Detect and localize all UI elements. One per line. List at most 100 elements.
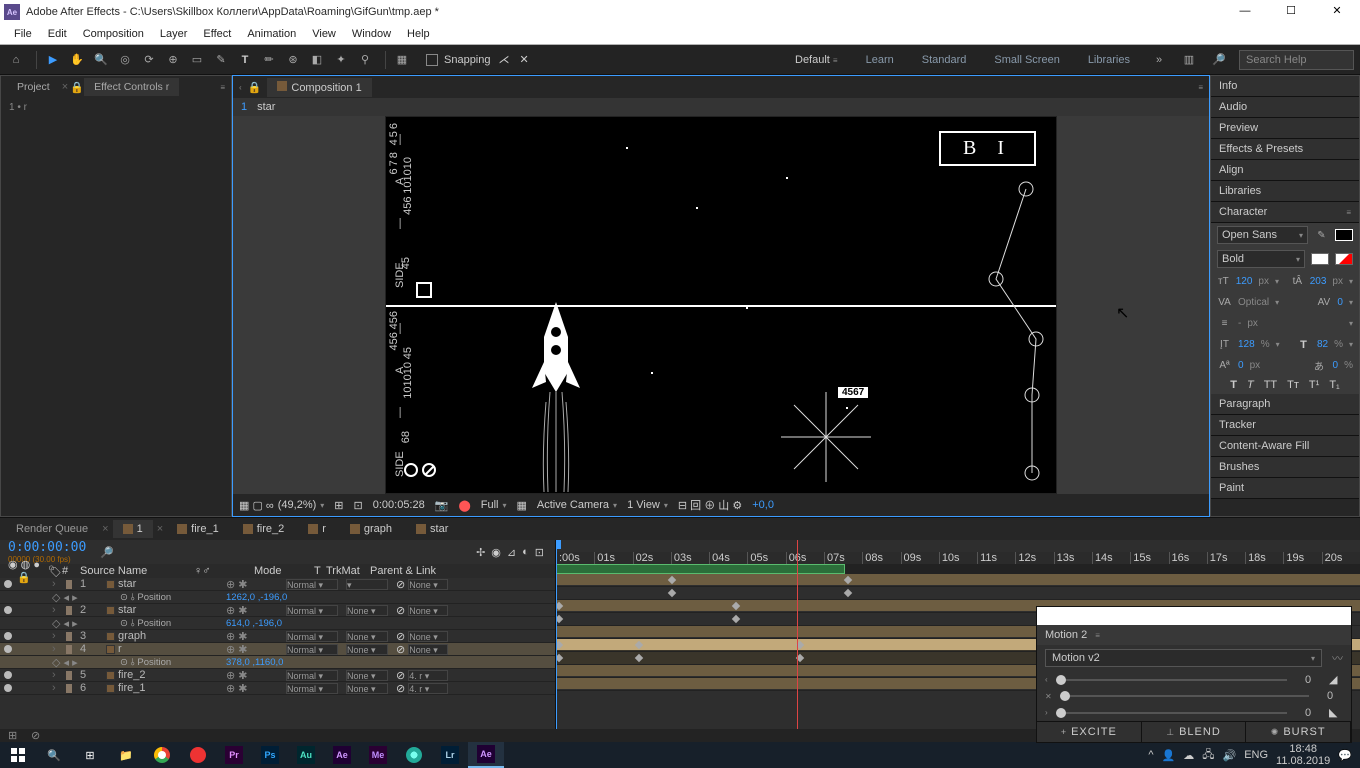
composition-canvas[interactable]: SIDE—A— 678 456 456 101010 45 SIDE—A— 45… xyxy=(386,117,1056,493)
workspace-overflow-icon[interactable]: » xyxy=(1149,50,1169,70)
layer-row[interactable]: › 3 graph ⊕ ✱ Normal ▾ None ▾ ⊘ None ▾ xyxy=(0,630,555,643)
orbit-tool-icon[interactable]: ◎ xyxy=(115,50,135,70)
timecode-display[interactable]: 0:00:00:00 xyxy=(8,540,86,555)
kerning-value[interactable]: Optical xyxy=(1238,297,1269,308)
tab-fire-2[interactable]: fire_2 xyxy=(233,520,295,538)
menu-view[interactable]: View xyxy=(304,24,344,44)
maximize-button[interactable]: ☐ xyxy=(1268,0,1314,24)
taskbar-premiere[interactable]: Pr xyxy=(216,742,252,768)
taskbar-audition[interactable]: Au xyxy=(288,742,324,768)
comp-tab[interactable]: Composition 1 xyxy=(267,78,371,97)
search-input[interactable]: Search Help xyxy=(1239,50,1354,70)
font-size-value[interactable]: 120 xyxy=(1236,276,1253,287)
nav-back-icon[interactable]: ‹ xyxy=(239,83,242,92)
taskbar-media-encoder[interactable]: Me xyxy=(360,742,396,768)
hscale-value[interactable]: 82 xyxy=(1317,339,1328,350)
vf-icons[interactable]: ⊟ 回 ⊕ 山 ⚙ xyxy=(678,497,742,513)
view-dropdown[interactable]: 1 View ▾ xyxy=(627,499,668,511)
task-view-icon[interactable]: ⊞ xyxy=(72,742,108,768)
anchor-tool-icon[interactable]: ⊕ xyxy=(163,50,183,70)
layer-property-row[interactable]: ◇ ◂ ▸ ⊙ ⫰ Position 614,0 ,-196,0 xyxy=(0,617,555,630)
type-tool-icon[interactable]: T xyxy=(235,50,255,70)
hand-tool-icon[interactable]: ✋ xyxy=(67,50,87,70)
roto-tool-icon[interactable]: ✦ xyxy=(331,50,351,70)
layer-row[interactable]: › 2 star ⊕ ✱ Normal ▾ None ▾ ⊘ None ▾ xyxy=(0,604,555,617)
menu-effect[interactable]: Effect xyxy=(195,24,239,44)
panel-libraries[interactable]: Libraries xyxy=(1211,181,1359,202)
taskbar-app-green[interactable] xyxy=(396,742,432,768)
bold-icon[interactable]: T xyxy=(1230,379,1237,391)
workspace-libraries[interactable]: Libraries xyxy=(1079,54,1139,66)
time-display[interactable]: 0:00:05:28 xyxy=(373,499,425,511)
tab-star[interactable]: star xyxy=(406,520,458,538)
superscript-icon[interactable]: T¹ xyxy=(1309,379,1319,391)
workspace-learn[interactable]: Learn xyxy=(857,54,903,66)
workspace-default[interactable]: Default ≡ xyxy=(786,54,847,66)
menu-file[interactable]: File xyxy=(6,24,40,44)
tab-project[interactable]: Project xyxy=(7,78,60,96)
panel-tracker[interactable]: Tracker xyxy=(1211,415,1359,436)
tray-overflow-icon[interactable]: ^ xyxy=(1148,749,1153,761)
mode-icon[interactable]: ▦ xyxy=(392,50,412,70)
pen-tool-icon[interactable]: ✎ xyxy=(211,50,231,70)
allcaps-icon[interactable]: TT xyxy=(1264,379,1277,391)
info-icon[interactable]: ⊞ xyxy=(8,729,21,742)
transparent-icon[interactable]: ▦ xyxy=(517,499,527,512)
tsume-value[interactable]: 0 xyxy=(1333,360,1339,371)
tray-clock[interactable]: 18:4811.08.2019 xyxy=(1276,743,1330,767)
font-family-dropdown[interactable]: Open Sans▾ xyxy=(1217,226,1308,244)
leading-value[interactable]: 203 xyxy=(1310,276,1327,287)
workspace-standard[interactable]: Standard xyxy=(913,54,976,66)
panel-preview[interactable]: Preview xyxy=(1211,118,1359,139)
panel-audio[interactable]: Audio xyxy=(1211,97,1359,118)
channel-icon[interactable]: ⬤ xyxy=(458,499,470,512)
menu-layer[interactable]: Layer xyxy=(152,24,196,44)
tray-people-icon[interactable]: 👤 xyxy=(1162,749,1176,762)
stroke-value[interactable]: - xyxy=(1238,318,1241,329)
zoom-dropdown[interactable]: ▦ ▢ ∞ (49,2%) ▾ xyxy=(239,499,324,512)
snapping-more-icon[interactable]: ✕ xyxy=(520,53,529,66)
panel-align[interactable]: Align xyxy=(1211,160,1359,181)
taskbar-search-icon[interactable]: 🔍 xyxy=(36,742,72,768)
motion2-slider-2[interactable] xyxy=(1060,695,1309,697)
search-layers-icon[interactable]: 🔎 xyxy=(100,546,114,559)
motion2-excite-button[interactable]: + EXCITE xyxy=(1037,722,1142,742)
subscript-icon[interactable]: T₁ xyxy=(1329,379,1339,391)
taskbar-aftereffects[interactable]: Ae xyxy=(324,742,360,768)
brush-tool-icon[interactable]: ✏ xyxy=(259,50,279,70)
tray-cloud-icon[interactable]: ☁ xyxy=(1183,749,1194,762)
status-icon[interactable]: ⊘ xyxy=(31,729,44,742)
motion2-slider-1[interactable] xyxy=(1056,679,1287,681)
tab-graph[interactable]: graph xyxy=(340,520,402,538)
lock-icon[interactable]: 🔒 xyxy=(70,81,82,93)
menu-help[interactable]: Help xyxy=(399,24,438,44)
panel-effects-presets[interactable]: Effects & Presets xyxy=(1211,139,1359,160)
vscale-value[interactable]: 128 xyxy=(1238,339,1255,350)
grid-icon[interactable]: ⊡ xyxy=(354,499,363,512)
panel-character[interactable]: Character≡ xyxy=(1211,202,1359,223)
font-weight-dropdown[interactable]: Bold▾ xyxy=(1217,250,1305,268)
tray-network-icon[interactable]: 🖧 xyxy=(1202,746,1214,765)
fill-color-swatch[interactable] xyxy=(1335,229,1353,241)
swatch-none[interactable] xyxy=(1335,253,1353,265)
work-area-bar[interactable] xyxy=(556,564,845,574)
italic-icon[interactable]: T xyxy=(1247,379,1254,391)
zoom-tool-icon[interactable]: 🔍 xyxy=(91,50,111,70)
playhead[interactable] xyxy=(556,540,557,749)
snapshot-icon[interactable]: 📷 xyxy=(435,499,449,512)
eyedropper-icon[interactable]: ✎ xyxy=(1314,228,1329,243)
menu-animation[interactable]: Animation xyxy=(239,24,304,44)
tray-volume-icon[interactable]: 🔊 xyxy=(1223,749,1237,762)
sync-icon[interactable]: ▥ xyxy=(1179,50,1199,70)
baseline-value[interactable]: 0 xyxy=(1238,360,1244,371)
tl-icon-3[interactable]: ⊿ xyxy=(507,546,516,559)
start-button[interactable] xyxy=(0,742,36,768)
snapping-opts-icon[interactable]: ⋌ xyxy=(499,53,510,66)
tray-language[interactable]: ENG xyxy=(1244,749,1268,761)
motion2-slider-3[interactable] xyxy=(1056,712,1287,714)
taskbar-photoshop[interactable]: Ps xyxy=(252,742,288,768)
tab-comp-1[interactable]: 1 xyxy=(113,520,153,538)
layer-property-row[interactable]: ◇ ◂ ▸ ⊙ ⫰ Position 1262,0 ,-196,0 xyxy=(0,591,555,604)
taskbar-aftereffects-active[interactable]: Ae xyxy=(468,742,504,768)
panel-paragraph[interactable]: Paragraph xyxy=(1211,394,1359,415)
